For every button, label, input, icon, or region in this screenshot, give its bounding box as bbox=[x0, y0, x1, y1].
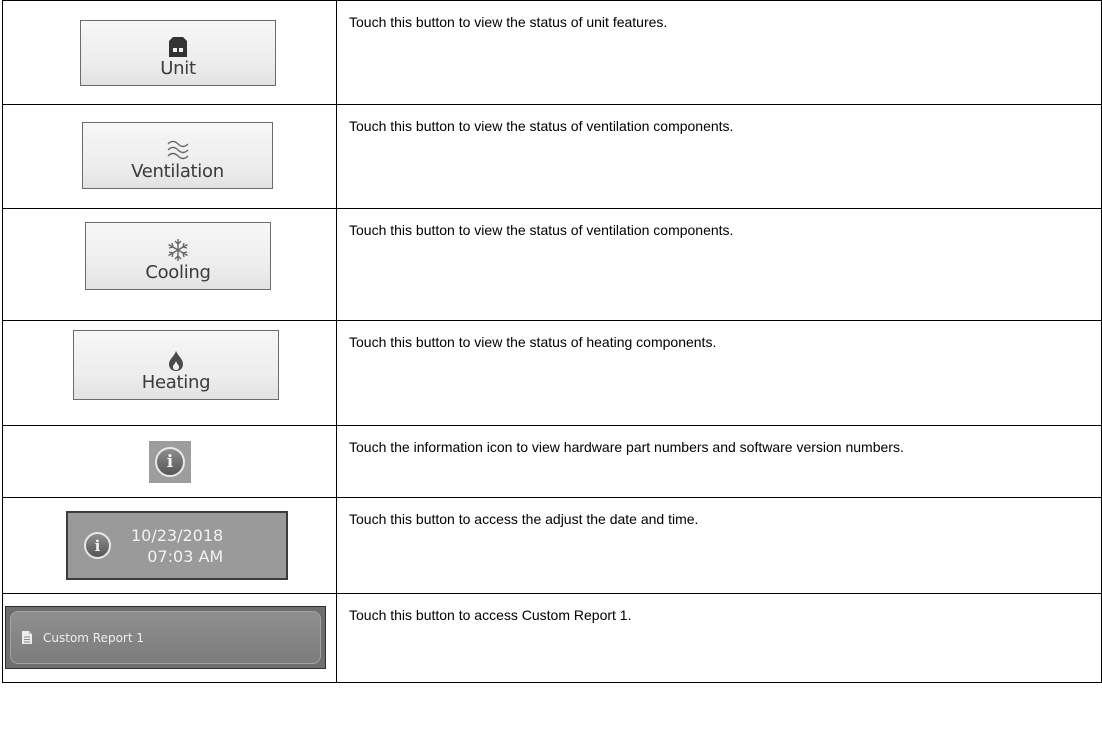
date-time-button[interactable]: i 10/23/2018 07:03 AM bbox=[66, 511, 288, 580]
description: Touch this button to access Custom Repor… bbox=[336, 593, 1102, 683]
icon-cell: Heating bbox=[2, 320, 337, 426]
icon-cell: Unit bbox=[2, 0, 337, 105]
flame-icon bbox=[168, 350, 184, 372]
description: Touch this button to view the status of … bbox=[336, 320, 1102, 426]
icon-cell: i bbox=[2, 425, 337, 498]
date-value: 10/23/2018 bbox=[131, 525, 224, 545]
custom-report-1-button[interactable]: Custom Report 1 bbox=[5, 606, 326, 669]
snowflake-icon bbox=[167, 238, 189, 262]
button-label: Heating bbox=[141, 372, 211, 393]
description: Touch the information icon to view hardw… bbox=[336, 425, 1102, 498]
description: Touch this button to view the status of … bbox=[336, 104, 1102, 209]
button-label: Custom Report 1 bbox=[43, 630, 145, 645]
time-value: 07:03 AM bbox=[147, 546, 224, 566]
button-reference-table: Unit Touch this button to view the statu… bbox=[2, 0, 1102, 683]
table-row: Cooling Touch this button to view the st… bbox=[2, 208, 1102, 321]
date-time-display: 10/23/2018 07:03 AM bbox=[131, 525, 223, 567]
document-icon bbox=[21, 630, 33, 645]
info-button[interactable]: i bbox=[149, 441, 191, 483]
unit-button[interactable]: Unit bbox=[80, 20, 276, 86]
button-label: Ventilation bbox=[131, 161, 224, 182]
heating-button[interactable]: Heating bbox=[73, 330, 279, 400]
icon-cell: Ventilation bbox=[2, 104, 337, 209]
building-icon bbox=[167, 36, 189, 58]
description: Touch this button to access the adjust t… bbox=[336, 497, 1102, 594]
ventilation-button[interactable]: Ventilation bbox=[82, 122, 273, 189]
table-row: Custom Report 1 Touch this button to acc… bbox=[2, 593, 1102, 683]
button-label: Unit bbox=[160, 58, 196, 79]
description: Touch this button to view the status of … bbox=[336, 0, 1102, 105]
cooling-button[interactable]: Cooling bbox=[85, 222, 271, 290]
table-row: i Touch the information icon to view har… bbox=[2, 425, 1102, 498]
icon-cell: Cooling bbox=[2, 208, 337, 321]
description: Touch this button to view the status of … bbox=[336, 208, 1102, 321]
icon-cell: i 10/23/2018 07:03 AM bbox=[2, 497, 337, 594]
info-icon: i bbox=[155, 447, 185, 477]
icon-cell: Custom Report 1 bbox=[2, 593, 337, 683]
button-label: Cooling bbox=[145, 262, 211, 283]
airflow-icon bbox=[165, 139, 191, 161]
table-row: Heating Touch this button to view the st… bbox=[2, 320, 1102, 426]
table-row: i 10/23/2018 07:03 AM Touch this button … bbox=[2, 497, 1102, 594]
table-row: Ventilation Touch this button to view th… bbox=[2, 104, 1102, 209]
info-icon: i bbox=[84, 532, 111, 559]
table-row: Unit Touch this button to view the statu… bbox=[2, 0, 1102, 105]
